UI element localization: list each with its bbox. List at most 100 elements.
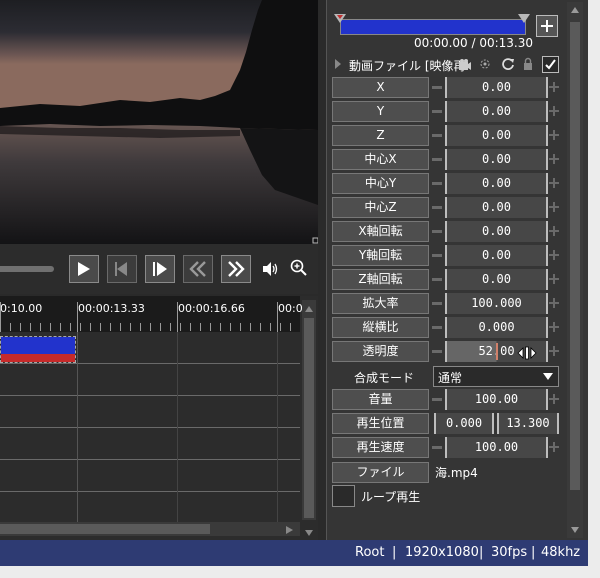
decrement-icon[interactable] [432, 134, 442, 137]
zoom-button[interactable] [290, 259, 308, 280]
seek-bar[interactable] [0, 266, 54, 272]
property-value-aspect[interactable]: 0.000 [445, 317, 548, 338]
scroll-up-arrow-icon[interactable] [304, 302, 314, 316]
shadow-effect-icon[interactable] [478, 57, 492, 71]
property-label-y[interactable]: Y [332, 101, 429, 122]
scroll-right-arrow-icon[interactable] [285, 524, 294, 538]
scrollbar-thumb[interactable] [0, 524, 210, 534]
lock-icon[interactable] [522, 57, 534, 71]
property-value-x[interactable]: 0.00 [445, 77, 548, 98]
decrement-icon[interactable] [432, 326, 442, 329]
ruler-tick [80, 323, 81, 331]
property-value-playback-speed[interactable]: 100.00 [445, 437, 548, 458]
increment-icon[interactable] [549, 82, 559, 92]
ruler-tick [170, 323, 171, 331]
property-label-volume[interactable]: 音量 [332, 389, 429, 410]
property-label-z[interactable]: Z [332, 125, 429, 146]
increment-icon[interactable] [549, 154, 559, 164]
increment-icon[interactable] [549, 250, 559, 260]
range-end-marker-icon[interactable] [518, 14, 530, 24]
increment-icon[interactable] [549, 178, 559, 188]
property-value-center-y[interactable]: 0.00 [445, 173, 548, 194]
collapse-arrow-icon[interactable] [334, 58, 342, 70]
decrement-icon[interactable] [432, 350, 442, 353]
property-value-y-rotation[interactable]: 0.00 [445, 245, 548, 266]
ruler-tick [290, 323, 291, 331]
increment-icon[interactable] [549, 130, 559, 140]
increment-icon[interactable] [549, 106, 559, 116]
increment-icon[interactable] [549, 226, 559, 236]
property-value-y[interactable]: 0.00 [445, 101, 548, 122]
decrement-icon[interactable] [432, 446, 442, 449]
step-forward-icon [153, 262, 167, 276]
decrement-icon[interactable] [432, 302, 442, 305]
decrement-icon[interactable] [432, 278, 442, 281]
ruler-tick [90, 323, 91, 331]
property-value-z[interactable]: 0.00 [445, 125, 548, 146]
playback-position-end[interactable]: 13.300 [497, 413, 559, 434]
increment-icon[interactable] [549, 202, 559, 212]
decrement-icon[interactable] [432, 182, 442, 185]
increment-icon[interactable] [549, 346, 559, 356]
property-label-y-rotation[interactable]: Y軸回転 [332, 245, 429, 266]
blend-mode-select[interactable]: 通常 [433, 366, 559, 387]
property-value-scale[interactable]: 100.000 [445, 293, 548, 314]
camera-icon[interactable] [458, 58, 472, 72]
properties-scrollbar[interactable] [567, 2, 583, 538]
increment-icon[interactable] [549, 274, 559, 284]
ruler-tick [100, 323, 101, 331]
play-button[interactable] [69, 255, 99, 283]
ruler-tick [150, 323, 151, 331]
property-value-volume[interactable]: 100.00 [445, 389, 548, 410]
increment-icon[interactable] [549, 322, 559, 332]
decrement-icon[interactable] [432, 230, 442, 233]
timeline-vertical-scrollbar[interactable] [302, 300, 316, 520]
property-label-center-y[interactable]: 中心Y [332, 173, 429, 194]
rewind-button[interactable] [183, 255, 213, 283]
scroll-up-arrow-icon[interactable] [570, 6, 580, 14]
property-value-center-z[interactable]: 0.00 [445, 197, 548, 218]
range-start-marker-icon[interactable] [334, 14, 346, 24]
scroll-down-arrow-icon[interactable] [304, 526, 314, 540]
increment-icon[interactable] [549, 442, 559, 452]
scrollbar-thumb[interactable] [570, 22, 580, 490]
property-label-center-x[interactable]: 中心X [332, 149, 429, 170]
file-button[interactable]: ファイル [332, 462, 429, 483]
add-button[interactable] [536, 15, 558, 37]
increment-icon[interactable] [549, 298, 559, 308]
property-label-z-rotation[interactable]: Z軸回転 [332, 269, 429, 290]
scrollbar-thumb[interactable] [304, 318, 314, 518]
property-label-center-z[interactable]: 中心Z [332, 197, 429, 218]
property-label-x-rotation[interactable]: X軸回転 [332, 221, 429, 242]
volume-button[interactable] [261, 261, 279, 280]
property-label-opacity[interactable]: 透明度 [332, 341, 429, 362]
loop-checkbox[interactable] [332, 485, 355, 507]
enable-checkbox[interactable] [542, 56, 559, 73]
property-label-scale[interactable]: 拡大率 [332, 293, 429, 314]
playback-position-start[interactable]: 0.000 [434, 413, 494, 434]
decrement-icon[interactable] [432, 110, 442, 113]
editor-window: 0:10.00 00:00:13.33 00:00:16.66 00:0 00:… [0, 0, 588, 566]
video-clip-object[interactable] [0, 336, 76, 363]
opacity-slider-knob[interactable] [496, 343, 498, 360]
property-value-z-rotation[interactable]: 0.00 [445, 269, 548, 290]
prev-frame-button[interactable] [107, 255, 137, 283]
scroll-down-arrow-icon[interactable] [570, 526, 580, 534]
property-label-playback-speed[interactable]: 再生速度 [332, 437, 429, 458]
property-label-x[interactable]: X [332, 77, 429, 98]
decrement-icon[interactable] [432, 206, 442, 209]
property-label-playback-position[interactable]: 再生位置 [332, 413, 429, 434]
property-value-x-rotation[interactable]: 0.00 [445, 221, 548, 242]
refresh-icon[interactable] [501, 57, 515, 71]
property-label-aspect[interactable]: 縦横比 [332, 317, 429, 338]
decrement-icon[interactable] [432, 86, 442, 89]
property-value-center-x[interactable]: 0.00 [445, 149, 548, 170]
ruler-tick [10, 323, 11, 331]
decrement-icon[interactable] [432, 398, 442, 401]
next-frame-button[interactable] [145, 255, 175, 283]
fast-forward-button[interactable] [221, 255, 251, 283]
decrement-icon[interactable] [432, 158, 442, 161]
frame-range-bar[interactable] [334, 14, 530, 36]
increment-icon[interactable] [549, 394, 559, 404]
decrement-icon[interactable] [432, 254, 442, 257]
